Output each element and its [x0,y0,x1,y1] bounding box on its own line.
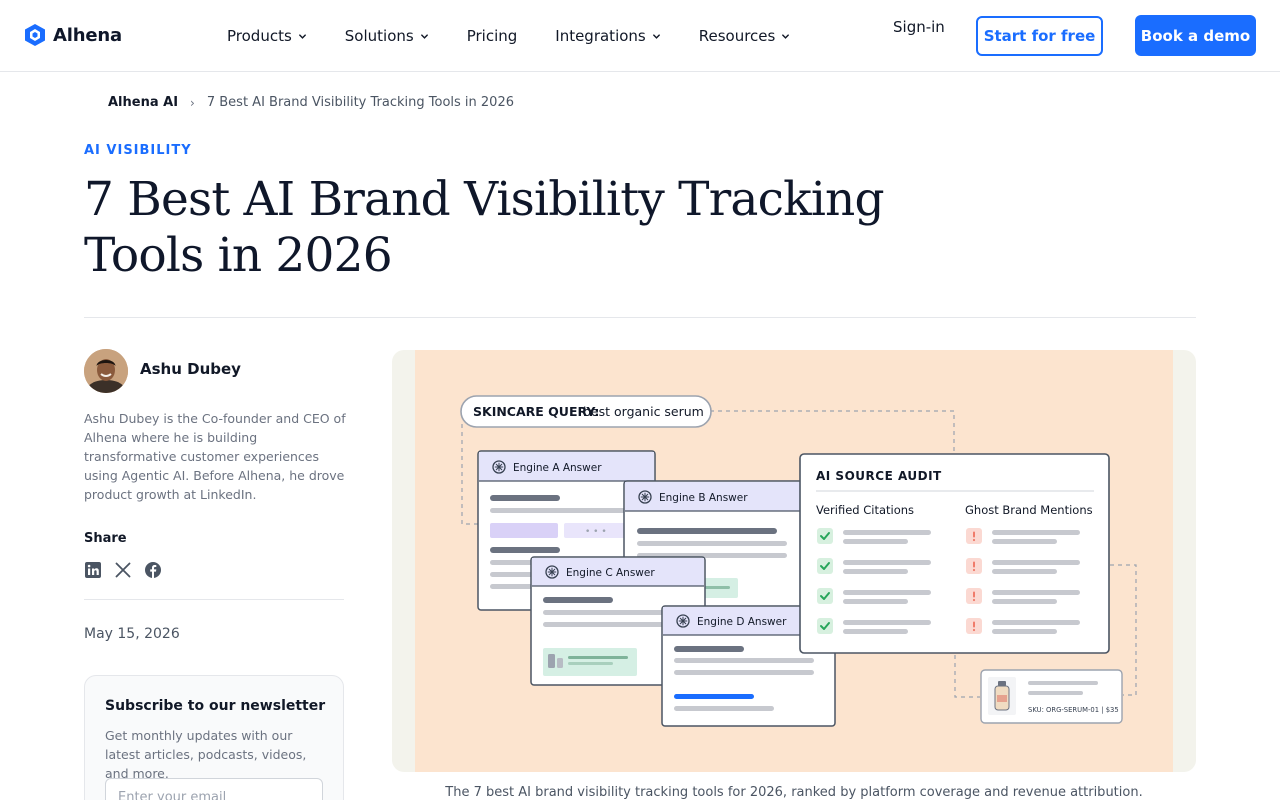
facebook-icon[interactable] [144,561,162,579]
x-icon[interactable] [114,561,132,579]
sku-text: SKU: ORG-SERUM-01 | $35 [1028,706,1119,714]
newsletter-email-input[interactable] [105,778,323,800]
breadcrumb: Alhena AI › 7 Best AI Brand Visibility T… [108,95,514,110]
sidebar-divider [84,599,344,600]
breadcrumb-current: 7 Best AI Brand Visibility Tracking Tool… [206,95,514,110]
newsletter-title: Subscribe to our newsletter [105,698,326,714]
engine-d-title: Engine D Answer [697,616,787,628]
nav-label: Integrations [555,27,646,45]
engine-a-ellipsis: • • • [585,527,607,537]
engine-a-title: Engine A Answer [513,462,602,474]
newsletter-card: Subscribe to our newsletter Get monthly … [84,675,344,800]
nav-pricing[interactable]: Pricing [467,27,518,45]
check-icon [817,528,833,544]
nav-label: Products [227,27,292,45]
nav-resources[interactable]: Resources [699,27,791,45]
category-tag[interactable]: AI VISIBILITY [84,143,192,158]
author-avatar[interactable] [84,349,128,393]
chevron-down-icon [420,33,428,39]
site-header: Alhena Products Solutions Pricing Integr… [0,0,1280,72]
ghost-label: Ghost Brand Mentions [965,503,1093,517]
image-caption: The 7 best AI brand visibility tracking … [445,785,1143,800]
nav-label: Pricing [466,27,518,45]
query-label: SKINCARE QUERY: [473,404,599,419]
author-name[interactable]: Ashu Dubey [140,360,241,378]
check-icon [817,618,833,634]
share-icons [84,561,162,579]
sku-card: SKU: ORG-SERUM-01 | $35 [980,669,1123,724]
breadcrumb-separator: › [190,95,195,110]
engine-c-title: Engine C Answer [566,567,655,579]
avatar-portrait [84,349,128,393]
breadcrumb-home-link[interactable]: Alhena AI [108,95,178,110]
start-free-button[interactable]: Start for free [976,16,1103,56]
chevron-down-icon [298,33,306,39]
query-pill: SKINCARE QUERY: best organic serum [460,395,712,428]
nav-label: Solutions [344,27,414,45]
main-nav: Products Solutions Pricing Integrations … [227,0,828,72]
nav-label: Resources [698,27,776,45]
share-label: Share [84,531,127,546]
page-title: 7 Best AI Brand Visibility Tracking Tool… [84,172,885,283]
verified-label: Verified Citations [816,503,914,517]
author-bio: Ashu Dubey is the Co-founder and CEO of … [84,411,346,502]
newsletter-description: Get monthly updates with our latest arti… [105,728,307,781]
book-demo-button[interactable]: Book a demo [1135,15,1256,56]
query-text: best organic serum [583,404,704,419]
brand-name: Alhena [53,24,122,46]
chevron-down-icon [652,33,660,39]
engine-b-title: Engine B Answer [659,492,748,504]
logo-mark-icon [25,24,45,46]
nav-solutions[interactable]: Solutions [345,27,429,45]
linkedin-icon[interactable] [84,561,102,579]
audit-title: AI SOURCE AUDIT [816,469,942,483]
hero-illustration: SKINCARE QUERY: best organic serum Engin… [392,350,1196,772]
chevron-down-icon [782,33,790,39]
brand-logo[interactable]: Alhena [23,23,122,47]
signin-link[interactable]: Sign-in [893,18,945,36]
audit-card: AI SOURCE AUDIT Verified Citations Ghost… [799,453,1110,654]
publish-date: May 15, 2026 [84,626,180,642]
check-icon [817,558,833,574]
illustration-canvas: SKINCARE QUERY: best organic serum Engin… [415,350,1173,772]
title-divider [84,317,1196,318]
nav-integrations[interactable]: Integrations [555,27,660,45]
check-icon [817,588,833,604]
nav-products[interactable]: Products [227,27,307,45]
